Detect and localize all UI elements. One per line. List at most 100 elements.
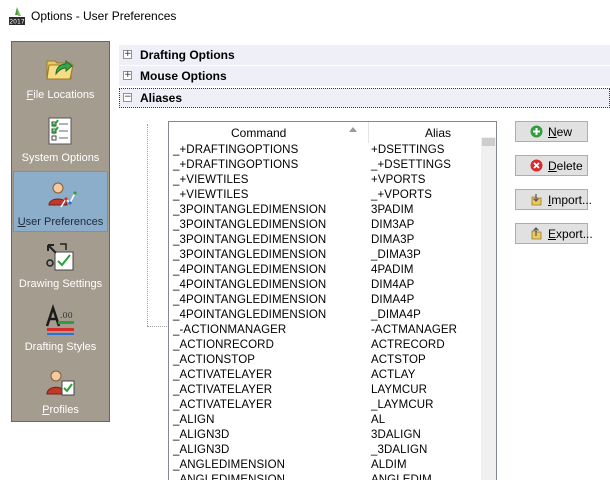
command-cell: _ACTIVATELAYER [173, 384, 273, 396]
button-label: xport... [556, 227, 593, 241]
delete-button[interactable]: Delete [515, 155, 588, 176]
command-cell: _ANGLEDIMENSION [173, 474, 286, 480]
expand-icon[interactable]: + [123, 71, 132, 80]
command-cell: _3POINTANGLEDIMENSION [173, 204, 327, 216]
scrollbar-thumb[interactable] [482, 138, 495, 146]
command-cell: _3POINTANGLEDIMENSION [173, 219, 327, 231]
table-row[interactable]: _+VIEWTILES _+VPORTS [169, 188, 481, 203]
alias-cell: DIM4AP [371, 279, 415, 291]
alias-cell: _LAYMCUR [371, 399, 434, 411]
table-row[interactable]: _4POINTANGLEDIMENSION DIM4AP [169, 278, 481, 293]
alias-cell: LAYMCUR [371, 384, 428, 396]
command-cell: _ANGLEDIMENSION [173, 459, 286, 471]
table-header: Command Alias [169, 122, 496, 143]
alias-cell: ACTRECORD [371, 339, 445, 351]
command-cell: _4POINTANGLEDIMENSION [173, 279, 327, 291]
button-mnemonic: D [548, 159, 557, 173]
group-drafting-options[interactable]: + Drafting Options [119, 45, 610, 65]
sidebar-item-user-preferences[interactable]: User Preferences [13, 171, 108, 232]
alias-cell: DIMA4P [371, 294, 415, 306]
alias-cell: 3DALIGN [371, 429, 421, 441]
alias-cell: _DIMA3P [371, 249, 421, 261]
command-cell: _ALIGN3D [173, 444, 230, 456]
command-cell: _+VIEWTILES [173, 174, 249, 186]
expand-icon[interactable]: + [123, 50, 132, 59]
sidebar-item-mnemonic: U [17, 216, 26, 228]
table-row[interactable]: _4POINTANGLEDIMENSION 4PADIM [169, 263, 481, 278]
column-divider [368, 122, 369, 143]
button-mnemonic: E [548, 227, 557, 241]
drawing-settings-icon [46, 243, 74, 271]
group-mouse-options[interactable]: + Mouse Options [119, 66, 610, 86]
alias-cell: _3DALIGN [371, 444, 428, 456]
table-row[interactable]: _ACTIVATELAYER LAYMCUR [169, 383, 481, 398]
sidebar-item-file-locations[interactable]: File Locations [13, 45, 108, 106]
group-label: Drafting Options [140, 48, 235, 62]
app-icon-year: 2017 [9, 19, 24, 26]
table-row[interactable]: _ACTIVATELAYER _LAYMCUR [169, 398, 481, 413]
new-button[interactable]: New [515, 121, 588, 142]
import-icon [531, 194, 542, 206]
command-cell: _3POINTANGLEDIMENSION [173, 249, 327, 261]
sidebar-item-profiles[interactable]: Profiles [13, 360, 108, 421]
column-header-alias[interactable]: Alias [425, 126, 451, 140]
folder-arrow-icon [46, 59, 74, 80]
table-row[interactable]: _+DRAFTINGOPTIONS _+DSETTINGS [169, 158, 481, 173]
table-row[interactable]: _ANGLEDIMENSION ANGLEDIM [169, 473, 481, 480]
aliases-table[interactable]: Command Alias _+DRAFTINGOPTIONS +DSETTING… [168, 121, 497, 480]
table-row[interactable]: _3POINTANGLEDIMENSION DIM3AP [169, 218, 481, 233]
collapse-icon[interactable]: − [123, 93, 132, 102]
window-title: Options - User Preferences [31, 9, 177, 23]
delete-icon [530, 159, 543, 172]
alias-cell: AL [371, 414, 386, 426]
table-row[interactable]: _3POINTANGLEDIMENSION _DIMA3P [169, 248, 481, 263]
user-graph-icon [48, 182, 77, 208]
sidebar-item-label: System Options [21, 152, 100, 164]
command-cell: _3POINTANGLEDIMENSION [173, 234, 327, 246]
sort-ascending-icon [349, 127, 357, 132]
sidebar-item-label: rofiles [49, 404, 79, 416]
table-row[interactable]: _ALIGN3D 3DALIGN [169, 428, 481, 443]
table-row[interactable]: _ALIGN AL [169, 413, 481, 428]
table-row[interactable]: _4POINTANGLEDIMENSION DIMA4P [169, 293, 481, 308]
table-row[interactable]: _ACTIONSTOP ACTSTOP [169, 353, 481, 368]
table-row[interactable]: _ACTIVATELAYER ACTLAY [169, 368, 481, 383]
table-row[interactable]: _ANGLEDIMENSION ALDIM [169, 458, 481, 473]
table-row[interactable]: _ACTIONRECORD ACTRECORD [169, 338, 481, 353]
options-sidebar: File Locations System Options User Prefe… [11, 41, 110, 422]
table-row[interactable]: _-ACTIONMANAGER -ACTMANAGER [169, 323, 481, 338]
table-row[interactable]: _3POINTANGLEDIMENSION 3PADIM [169, 203, 481, 218]
command-cell: _+VIEWTILES [173, 189, 249, 201]
alias-cell: ACTLAY [371, 369, 416, 381]
command-cell: _-ACTIONMANAGER [173, 324, 287, 336]
sidebar-item-drafting-styles[interactable]: .00 Drafting Styles [13, 297, 108, 358]
table-row[interactable]: _3POINTANGLEDIMENSION DIMA3P [169, 233, 481, 248]
command-cell: _4POINTANGLEDIMENSION [173, 264, 327, 276]
table-row[interactable]: _+VIEWTILES +VPORTS [169, 173, 481, 188]
sidebar-item-label: Drafting Styles [24, 341, 97, 353]
tree-connector [147, 124, 149, 326]
group-label: Aliases [140, 91, 183, 105]
command-cell: _ACTIONRECORD [173, 339, 274, 351]
export-button[interactable]: Export... [515, 223, 593, 244]
alias-cell: 3PADIM [371, 204, 414, 216]
table-row[interactable]: _4POINTANGLEDIMENSION _DIMA4P [169, 308, 481, 323]
button-label: elete [556, 159, 583, 173]
tree-connector [147, 326, 167, 328]
svg-text:.00: .00 [60, 311, 73, 320]
table-row[interactable]: _ALIGN3D _3DALIGN [169, 443, 481, 458]
command-cell: _4POINTANGLEDIMENSION [173, 294, 327, 306]
sidebar-item-drawing-settings[interactable]: Drawing Settings [13, 234, 108, 295]
table-row[interactable]: _+DRAFTINGOPTIONS +DSETTINGS [169, 143, 481, 158]
group-aliases[interactable]: − Aliases [119, 88, 610, 108]
alias-cell: +DSETTINGS [371, 144, 445, 156]
alias-cell: _DIMA4P [371, 309, 421, 321]
vertical-scrollbar[interactable] [481, 137, 496, 480]
alias-cell: ALDIM [371, 459, 407, 471]
sidebar-item-label: Drawing Settings [18, 278, 103, 290]
profile-icon [46, 370, 75, 396]
sidebar-item-system-options[interactable]: System Options [13, 108, 108, 169]
group-label: Mouse Options [140, 69, 227, 83]
column-header-command[interactable]: Command [231, 126, 286, 140]
import-button[interactable]: Import... [515, 189, 592, 210]
